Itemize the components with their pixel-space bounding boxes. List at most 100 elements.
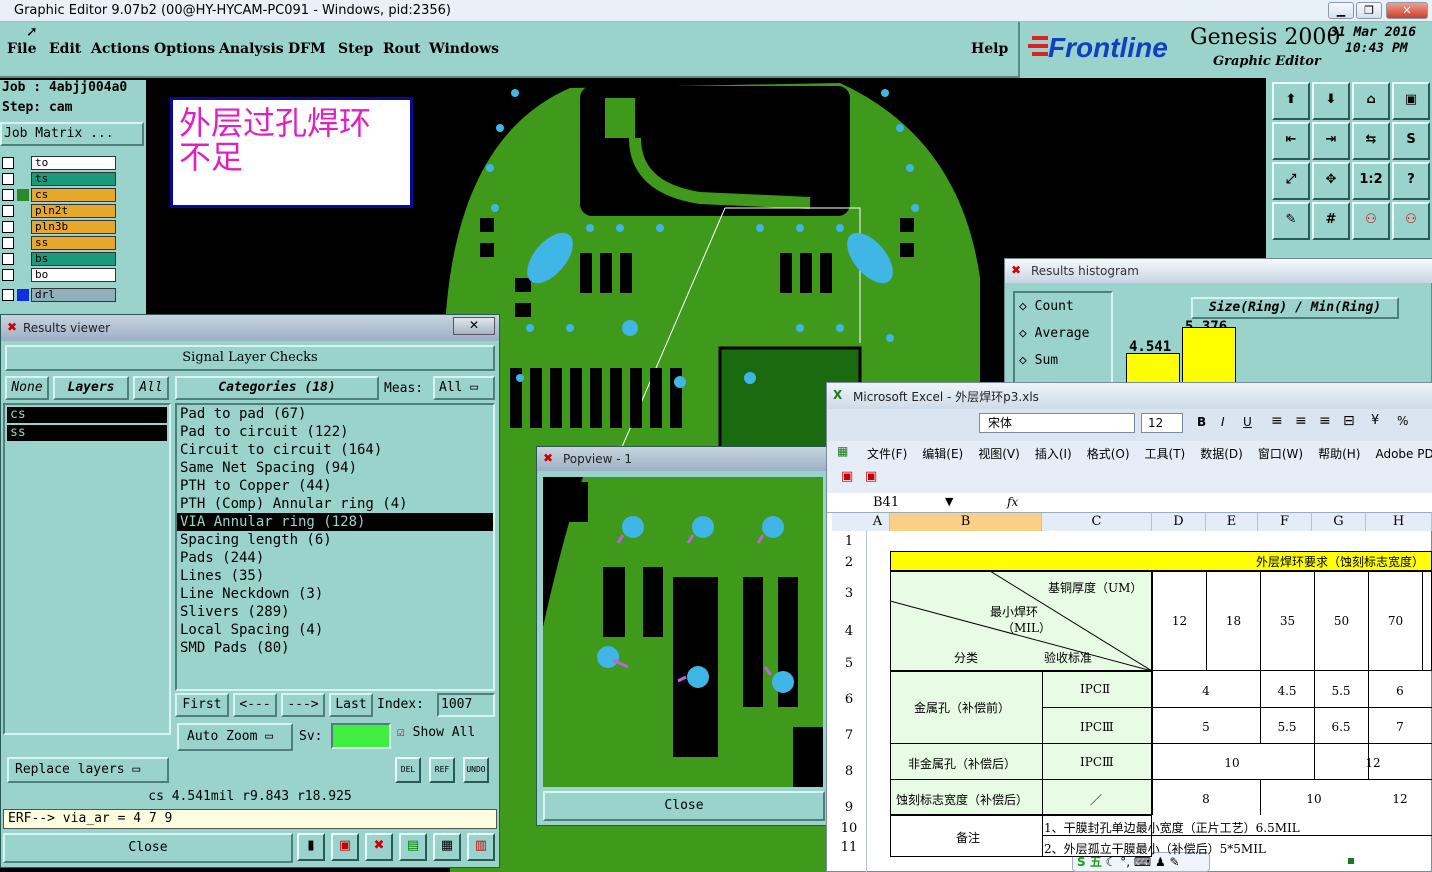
layer-name[interactable]: bs	[31, 252, 116, 266]
table-title[interactable]: 外层焊环要求（蚀刻标志宽度）	[1190, 553, 1430, 570]
remark-label[interactable]: 备注	[956, 829, 980, 846]
minimize-button[interactable]: ▁	[1328, 2, 1354, 19]
row-header[interactable]: 8	[832, 764, 866, 779]
layer-checkbox[interactable]	[2, 205, 14, 217]
net-icon[interactable]: ⚇	[1352, 202, 1390, 240]
layer-select-list[interactable]: cs ss	[3, 403, 171, 735]
results-close-button[interactable]: Close	[3, 833, 293, 863]
header-mil[interactable]: （MIL）	[1002, 619, 1051, 636]
nonmetal-hole-label[interactable]: 非金属孔（补偿后）	[908, 755, 1016, 772]
value-cell[interactable]: 6.5	[1314, 720, 1368, 734]
row-header[interactable]: 6	[832, 692, 866, 707]
option-average[interactable]: ◇ Average	[1019, 326, 1089, 341]
row-header[interactable]: 1	[832, 534, 866, 549]
cell-reference-box[interactable]: B41	[833, 494, 941, 512]
category-item[interactable]: PTH to Copper (44)	[177, 477, 493, 495]
ref-button[interactable]: REF	[429, 757, 455, 783]
layer-row[interactable]: to	[0, 156, 118, 170]
value-cell[interactable]: 4	[1152, 684, 1260, 698]
category-item[interactable]: Lines (35)	[177, 567, 493, 585]
row-header[interactable]: 3	[832, 586, 866, 601]
auto-zoom-dropdown[interactable]: Auto Zoom ▭	[177, 723, 293, 751]
action-icon-3[interactable]: ✖	[365, 833, 393, 861]
row-header[interactable]: 5	[832, 656, 866, 671]
meas-dropdown[interactable]: All ▭	[433, 376, 495, 400]
ipc2-label[interactable]: IPCⅡ	[1080, 682, 1110, 696]
all-button[interactable]: All	[133, 376, 169, 400]
excel-menu-item[interactable]: 窗口(W)	[1258, 447, 1303, 461]
value-cell[interactable]: 7	[1368, 720, 1432, 734]
prev-button[interactable]: <---	[233, 693, 277, 717]
menu-options[interactable]: Options	[154, 41, 215, 57]
percent-icon[interactable]: %	[1397, 414, 1408, 428]
column-header[interactable]: A	[866, 513, 890, 531]
value-cell[interactable]: 10	[1260, 792, 1368, 806]
merge-icon[interactable]: ⊟	[1343, 413, 1355, 429]
category-item[interactable]: Pads (244)	[177, 549, 493, 567]
excel-menu-item[interactable]: 帮助(H)	[1318, 447, 1360, 461]
menu-step[interactable]: Step	[338, 41, 373, 57]
layer-row[interactable]: pln2t	[0, 204, 118, 218]
layer-row[interactable]: bs	[0, 252, 118, 266]
zoom-toggle-icon[interactable]: ⇆	[1352, 122, 1390, 160]
underline-icon[interactable]: U	[1243, 415, 1252, 429]
thickness-cell[interactable]: 12	[1153, 572, 1207, 670]
layer-name[interactable]: pln3b	[31, 220, 116, 234]
layer-checkbox[interactable]	[2, 189, 14, 201]
show-all-checkbox[interactable]: ☑ Show All	[397, 725, 475, 740]
value-cell[interactable]: 5	[1152, 720, 1260, 734]
layer-select-item[interactable]: ss	[7, 425, 167, 441]
layer-row[interactable]: drl	[0, 288, 118, 302]
del-button[interactable]: DEL	[395, 757, 421, 783]
layer-row[interactable]: ss	[0, 236, 118, 250]
column-header[interactable]: F	[1258, 513, 1312, 531]
menu-edit[interactable]: Edit	[49, 41, 81, 57]
value-cell[interactable]: 12	[1368, 792, 1432, 806]
column-header[interactable]: B	[890, 513, 1042, 531]
row-header[interactable]: 4	[832, 624, 866, 639]
layer-row[interactable]: pln3b	[0, 220, 118, 234]
layer-checkbox[interactable]	[2, 221, 14, 233]
row-header[interactable]: 9	[832, 800, 866, 815]
zoom-center-icon[interactable]: ✥	[1312, 162, 1350, 200]
action-icon-6[interactable]: ▥	[467, 833, 495, 861]
row-header[interactable]: 11	[832, 840, 866, 855]
category-item[interactable]: Slivers (289)	[177, 603, 493, 621]
thickness-cell[interactable]: 70	[1369, 572, 1423, 670]
header-copper-thickness[interactable]: 基铜厚度（UM）	[1048, 579, 1142, 596]
component-icon[interactable]: ⚇	[1392, 202, 1430, 240]
action-icon-4[interactable]: ▤	[399, 833, 427, 861]
category-item[interactable]: Circuit to circuit (164)	[177, 441, 493, 459]
header-standard[interactable]: 验收标准	[1044, 649, 1092, 666]
pdf-icon[interactable]: ▣	[841, 469, 853, 484]
value-cell[interactable]: 5.5	[1314, 684, 1368, 698]
currency-icon[interactable]: ¥	[1371, 413, 1379, 428]
index-field[interactable]: 1007	[437, 693, 495, 717]
excel-menu-item[interactable]: Adobe PDF	[1375, 447, 1432, 461]
layer-checkbox[interactable]	[2, 289, 14, 301]
replace-layers-dropdown[interactable]: Replace layers ▭	[7, 757, 169, 783]
value-cell[interactable]: 12	[1314, 756, 1432, 770]
layer-name[interactable]: pln2t	[31, 204, 116, 218]
undo-button[interactable]: UNDO	[463, 757, 489, 783]
category-item[interactable]: PTH (Comp) Annular ring (4)	[177, 495, 493, 513]
first-button[interactable]: First	[175, 693, 229, 717]
font-size-select[interactable]: 12	[1141, 413, 1183, 433]
value-cell[interactable]: 5.5	[1260, 720, 1314, 734]
zoom-fit-icon[interactable]: ⤢	[1272, 162, 1310, 200]
column-header[interactable]: C	[1042, 513, 1152, 531]
popview-close-button[interactable]: Close	[543, 791, 825, 821]
etch-mark-label[interactable]: 蚀刻标志宽度（补偿后）	[896, 791, 1028, 808]
popview-canvas[interactable]	[543, 477, 823, 787]
align-right-icon[interactable]: ≡	[1319, 413, 1331, 429]
category-item[interactable]: Spacing length (6)	[177, 531, 493, 549]
none-button[interactable]: None	[5, 376, 49, 400]
category-item[interactable]: Local Spacing (4)	[177, 621, 493, 639]
layer-row[interactable]: ts	[0, 172, 118, 186]
category-item[interactable]: Line Neckdown (3)	[177, 585, 493, 603]
top-view-icon[interactable]: ⬆	[1272, 82, 1310, 120]
header-class[interactable]: 分类	[954, 649, 978, 666]
category-item[interactable]: Same Net Spacing (94)	[177, 459, 493, 477]
row-header[interactable]: 2	[832, 555, 866, 570]
value-cell[interactable]: 4.5	[1260, 684, 1314, 698]
